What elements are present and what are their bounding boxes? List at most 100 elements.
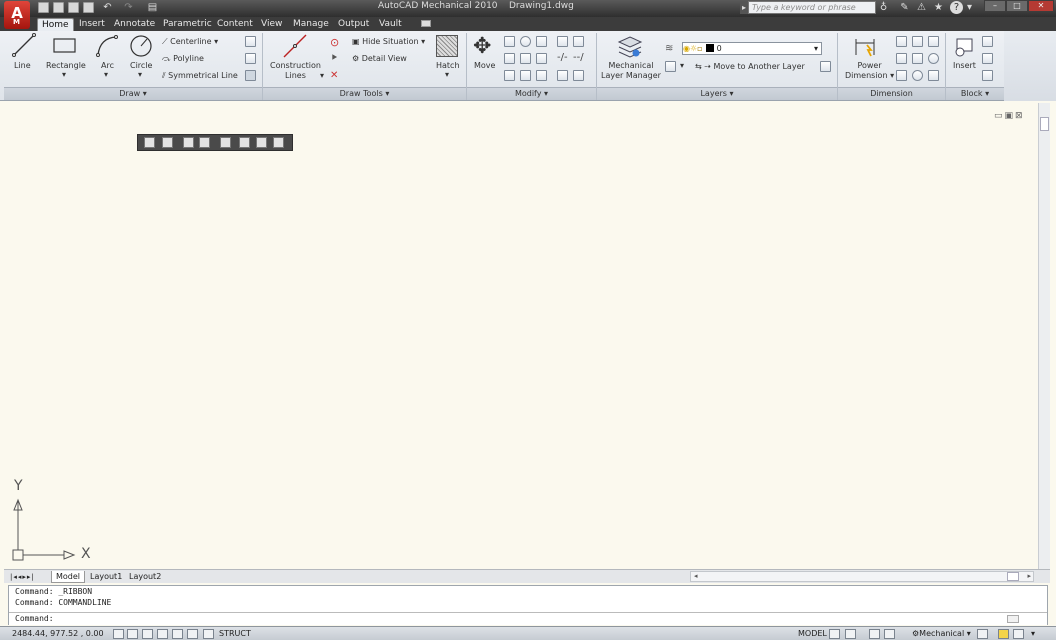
centerline-button[interactable]: ⟋ Centerline ▾ — [162, 37, 218, 47]
application-menu-button[interactable]: AM — [4, 1, 30, 29]
close-button[interactable]: ✕ — [1028, 0, 1054, 12]
save-icon[interactable] — [68, 2, 79, 13]
toolbar-btn-icon[interactable] — [183, 137, 194, 148]
line-button[interactable] — [12, 33, 36, 60]
redo-icon[interactable]: ↷ — [122, 1, 135, 14]
subscription-icon[interactable]: ✎ — [898, 1, 911, 14]
insert-button[interactable] — [952, 36, 976, 61]
move-to-another-layer-button[interactable]: ⇆ ⇢ Move to Another Layer — [695, 62, 805, 71]
search-expand-icon[interactable]: ▸ — [740, 2, 748, 14]
clean-screen-icon[interactable] — [1013, 629, 1024, 639]
command-scroll-thumb[interactable] — [1007, 615, 1019, 623]
angular-dim-icon[interactable] — [896, 53, 907, 64]
polar-mode-icon[interactable] — [157, 629, 168, 639]
arc-length-icon[interactable] — [896, 70, 907, 81]
hatch-icon[interactable] — [436, 35, 458, 57]
tab-last-icon[interactable]: ▸| — [27, 573, 35, 581]
modify-panel-title[interactable]: Modify ▾ — [467, 87, 596, 100]
plot-icon[interactable]: ▤ — [146, 1, 159, 14]
table-icon[interactable] — [245, 70, 256, 81]
aligned-dim-icon[interactable] — [912, 36, 923, 47]
hscroll-left-icon[interactable]: ◂ — [694, 572, 698, 580]
status-tray-icon[interactable] — [998, 629, 1009, 639]
communication-icon[interactable]: ⚠ — [915, 1, 928, 14]
tab-content[interactable]: Content — [213, 18, 257, 31]
drawing-canvas[interactable] — [4, 103, 1038, 569]
horizontal-scrollbar[interactable]: ◂ ▸ — [690, 571, 1034, 582]
search-input[interactable]: Type a keyword or phrase — [748, 1, 876, 14]
save-as-icon[interactable] — [83, 2, 94, 13]
scrollbar-thumb[interactable] — [1040, 117, 1049, 131]
quick-view-drawings-icon[interactable] — [845, 629, 856, 639]
explode-icon[interactable] — [573, 36, 584, 47]
hide-situation-button[interactable]: ▣ Hide Situation ▾ — [352, 37, 425, 46]
block-panel-title[interactable]: Block ▾ — [946, 87, 1004, 100]
tab-layout2[interactable]: Layout2 — [125, 571, 165, 583]
center-mark-icon[interactable] — [912, 70, 923, 81]
workspace-switcher[interactable]: ⚙Mechanical ▾ — [912, 628, 971, 640]
toolbar-btn-icon[interactable] — [144, 137, 155, 148]
polyline-button[interactable]: ⤼ Polyline — [162, 54, 204, 64]
help-icon[interactable]: ? — [950, 1, 963, 14]
coordinate-readout[interactable]: 2484.44, 977.52 , 0.00 — [12, 628, 104, 640]
layers-panel-title[interactable]: Layers ▾ — [597, 87, 837, 100]
stretch-icon[interactable] — [520, 53, 531, 64]
model-space-toggle[interactable]: MODEL — [798, 628, 827, 640]
diameter-dim-icon[interactable] — [928, 53, 939, 64]
ribbon-minimize-icon[interactable] — [421, 20, 431, 27]
move-icon[interactable]: ✥ — [473, 34, 491, 59]
drawing-window-controls[interactable]: ▭▣⊠ — [994, 111, 1025, 121]
hscroll-thumb[interactable] — [1007, 572, 1019, 581]
construction-lines-button[interactable] — [282, 33, 308, 62]
erase-icon[interactable] — [557, 36, 568, 47]
tab-model[interactable]: Model — [51, 571, 86, 583]
mechanical-layer-manager-button[interactable] — [616, 34, 644, 63]
ordinate-icon[interactable] — [928, 70, 939, 81]
lock-toolbar-icon[interactable] — [977, 629, 988, 639]
tab-output[interactable]: Output — [334, 18, 373, 31]
drawing-restore-icon[interactable]: ▣ — [1005, 111, 1016, 121]
layer-properties-icon[interactable]: ≋ — [665, 43, 673, 54]
drawing-close-icon[interactable]: ⊠ — [1015, 111, 1025, 121]
construction-dropdown-icon[interactable]: ▾ — [320, 71, 324, 80]
offset-icon[interactable] — [504, 53, 515, 64]
new-icon[interactable] — [38, 2, 49, 13]
chamfer-icon[interactable] — [557, 70, 568, 81]
favorites-icon[interactable]: ★ — [932, 1, 945, 14]
toolbar-btn-icon[interactable] — [273, 137, 284, 148]
toolbar-btn-icon[interactable] — [220, 137, 231, 148]
target-icon[interactable]: ⊙ — [330, 36, 339, 49]
edit-attributes-icon[interactable] — [982, 70, 993, 81]
rotate-icon[interactable] — [520, 36, 531, 47]
toolbar-btn-icon[interactable] — [162, 137, 173, 148]
osnap-icon[interactable] — [172, 629, 183, 639]
layer-state-dropdown-icon[interactable]: ▾ — [680, 61, 684, 70]
tab-layout1[interactable]: Layout1 — [86, 571, 126, 583]
circle-button[interactable] — [128, 34, 154, 63]
break-icon[interactable]: --/ — [573, 52, 584, 63]
create-block-icon[interactable] — [982, 36, 993, 47]
draw-panel-title[interactable]: Draw ▾ — [4, 87, 262, 100]
layer-dropdown[interactable]: ◉☼▫ 0 ▾ — [682, 42, 822, 55]
undo-icon[interactable]: ↶ — [101, 1, 114, 14]
copy-icon[interactable] — [504, 36, 515, 47]
mirror-icon[interactable] — [536, 36, 547, 47]
detail-view-button[interactable]: ⚙ Detail View — [352, 54, 407, 63]
maximize-button[interactable]: □ — [1006, 0, 1028, 12]
toolbar-btn-icon[interactable] — [256, 137, 267, 148]
rectangle-dropdown-icon[interactable]: ▾ — [62, 70, 66, 79]
grid-mode-icon[interactable] — [127, 629, 138, 639]
otrack-icon[interactable] — [187, 629, 198, 639]
open-icon[interactable] — [53, 2, 64, 13]
floating-toolbar[interactable] — [137, 134, 293, 151]
arc-button[interactable] — [95, 34, 119, 61]
baseline-dim-icon[interactable] — [928, 36, 939, 47]
join-icon[interactable] — [504, 70, 515, 81]
tab-view[interactable]: View — [257, 18, 286, 31]
tab-first-icon[interactable]: |◂ — [10, 573, 18, 581]
command-input[interactable]: Command: — [9, 612, 1047, 625]
drawing-minimize-icon[interactable]: ▭ — [994, 111, 1005, 121]
align-icon[interactable] — [520, 70, 531, 81]
arc-dropdown-icon[interactable]: ▾ — [104, 70, 108, 79]
ortho-mode-icon[interactable] — [142, 629, 153, 639]
